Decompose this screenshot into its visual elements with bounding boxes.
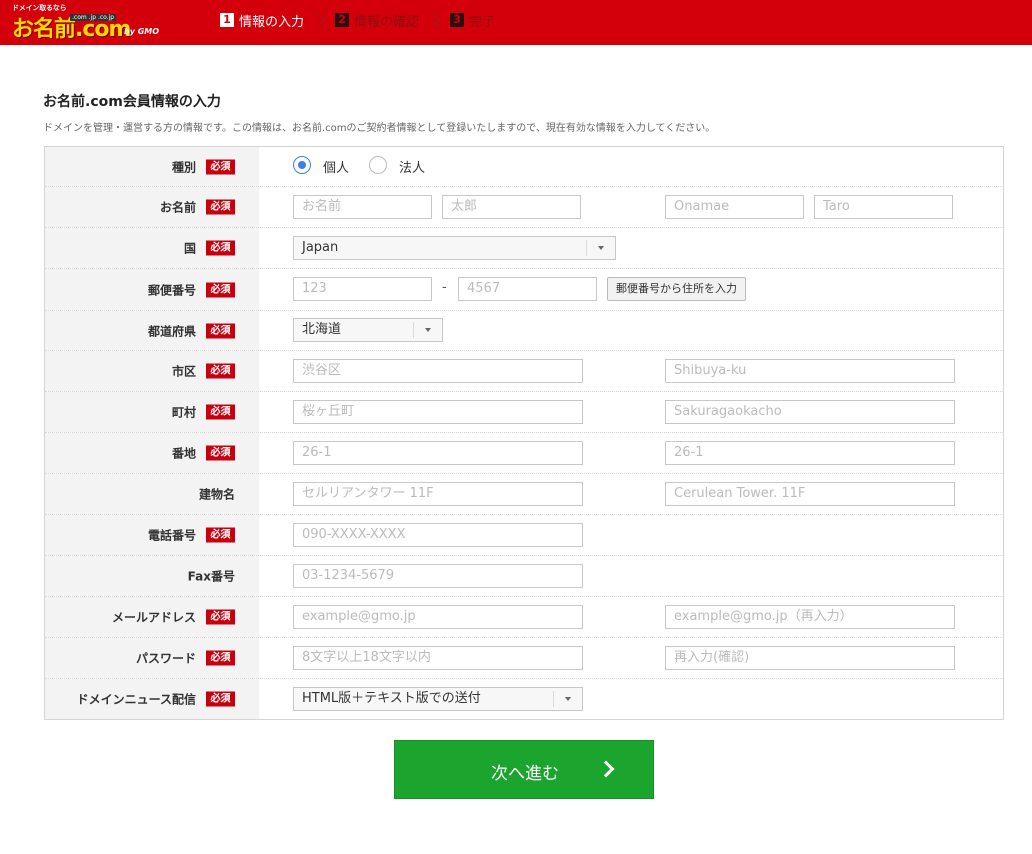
town-roman-input[interactable]: Sakuragaokacho (665, 400, 955, 424)
email-input[interactable]: example@gmo.jp (293, 605, 583, 629)
field-label: 電話番号 (147, 528, 196, 543)
radio-corporation[interactable] (369, 156, 387, 174)
form-row-phone: 電話番号 必須 090-XXXX-XXXX (45, 515, 1003, 556)
step-label: 情報の確認 (354, 14, 420, 30)
caret-down-icon (565, 697, 571, 701)
required-badge: 必須 (206, 323, 235, 338)
form-row-street: 番地 必須 26-1 26-1 (45, 433, 1003, 474)
caret-down-icon (598, 246, 604, 250)
country-select[interactable]: Japan (293, 236, 616, 260)
form-row-postal: 郵便番号 必須 123 - 4567 郵便番号から住所を入力 (45, 269, 1003, 311)
town-input[interactable]: 桜ヶ丘町 (293, 400, 583, 424)
postal-code-second-input[interactable]: 4567 (458, 277, 597, 301)
postal-separator: - (442, 280, 447, 295)
form-row-town: 町村 必須 桜ヶ丘町 Sakuragaokacho (45, 392, 1003, 433)
password-confirm-input[interactable]: 再入力(確認) (665, 646, 955, 670)
form-row-type: 種別 必須 個人 法人 (45, 147, 1003, 187)
field-label: 番地 (171, 446, 196, 461)
form-row-prefecture: 都道府県 必須 北海道 (45, 311, 1003, 351)
member-info-form: 種別 必須 個人 法人 お名前 必須 お名前 太郎 Onamae Taro 国 … (44, 146, 1004, 720)
street-input[interactable]: 26-1 (293, 441, 583, 465)
form-row-country: 国 必須 Japan (45, 228, 1003, 269)
email-confirm-input[interactable]: example@gmo.jp（再入力） (665, 605, 955, 629)
step-confirm: 2 情報の確認 (335, 11, 419, 30)
field-label: 町村 (171, 405, 196, 420)
form-row-newsletter: ドメインニュース配信 必須 HTML版＋テキスト版での送付 (45, 679, 1003, 719)
field-label: 種別 (171, 160, 196, 174)
field-label: 建物名 (198, 487, 235, 502)
step-complete: 3 完了 (450, 11, 495, 30)
form-row-password: パスワード 必須 8文字以上18文字以内 再入力(確認) (45, 638, 1003, 679)
field-label: パスワード (135, 651, 196, 666)
progress-steps: 1 情報の入力 2 情報の確認 3 完了 (220, 10, 495, 30)
newsletter-select-value: HTML版＋テキスト版での送付 (302, 691, 481, 706)
form-row-city: 市区 必須 渋谷区 Shibuya-ku (45, 351, 1003, 392)
form-row-building: 建物名 セルリアンタワー 11F Cerulean Tower. 11F (45, 474, 1003, 515)
radio-individual-label[interactable]: 個人 (323, 157, 349, 176)
chevron-right-icon (427, 13, 440, 27)
last-name-input[interactable]: お名前 (293, 195, 432, 219)
step-number: 2 (335, 13, 350, 27)
required-badge: 必須 (206, 240, 235, 256)
first-name-input[interactable]: 太郎 (442, 195, 581, 219)
building-input[interactable]: セルリアンタワー 11F (293, 482, 583, 506)
prefecture-select-value: 北海道 (302, 322, 342, 337)
required-badge: 必須 (206, 282, 235, 297)
required-badge: 必須 (206, 159, 235, 174)
next-button[interactable]: 次へ進む (394, 740, 654, 799)
field-label: 国 (183, 241, 196, 256)
chevron-right-icon (312, 13, 325, 27)
next-button-label: 次へ進む (491, 764, 559, 784)
required-badge: 必須 (206, 445, 235, 461)
form-row-fax: Fax番号 03-1234-5679 (45, 556, 1003, 597)
radio-corporation-label[interactable]: 法人 (399, 157, 425, 176)
page-description: ドメインを管理・運営する方の情報です。この情報は、お名前.comのご契約者情報と… (43, 123, 716, 134)
newsletter-select[interactable]: HTML版＋テキスト版での送付 (293, 687, 583, 711)
prefecture-select[interactable]: 北海道 (293, 318, 443, 342)
required-badge: 必須 (206, 609, 235, 625)
required-badge: 必須 (206, 691, 235, 707)
field-label: 郵便番号 (147, 283, 196, 297)
site-header: ドメイン取るなら お名前.com .com .jp .co.jp by GMO … (0, 0, 1032, 45)
step-number: 1 (220, 13, 234, 27)
field-label: お名前 (159, 200, 196, 215)
country-select-value: Japan (302, 240, 339, 255)
phone-input[interactable]: 090-XXXX-XXXX (293, 523, 583, 547)
field-label: 都道府県 (147, 324, 196, 338)
form-row-name: お名前 必須 お名前 太郎 Onamae Taro (45, 187, 1003, 228)
city-input[interactable]: 渋谷区 (293, 359, 583, 383)
required-badge: 必須 (206, 650, 235, 666)
logo-tlds: .com .jp .co.jp (70, 14, 117, 21)
field-label: メールアドレス (111, 610, 196, 625)
step-number: 3 (450, 13, 465, 27)
field-label: 市区 (171, 364, 196, 379)
step-input: 1 情報の入力 (220, 11, 304, 30)
required-badge: 必須 (206, 527, 235, 543)
step-label: 情報の入力 (239, 14, 305, 30)
onamae-logo[interactable]: ドメイン取るなら お名前.com .com .jp .co.jp by GMO (12, 3, 162, 42)
fax-input[interactable]: 03-1234-5679 (293, 564, 583, 588)
form-row-email: メールアドレス 必須 example@gmo.jp example@gmo.jp… (45, 597, 1003, 638)
postal-code-first-input[interactable]: 123 (293, 277, 432, 301)
required-badge: 必須 (206, 404, 235, 420)
required-badge: 必須 (206, 363, 235, 379)
password-input[interactable]: 8文字以上18文字以内 (293, 646, 583, 670)
first-name-roman-input[interactable]: Taro (814, 195, 953, 219)
building-roman-input[interactable]: Cerulean Tower. 11F (665, 482, 955, 506)
field-label: ドメインニュース配信 (76, 692, 196, 707)
page-title: お名前.com会員情報の入力 (43, 94, 221, 110)
street-roman-input[interactable]: 26-1 (665, 441, 955, 465)
logo-gmo: by GMO (124, 27, 160, 36)
field-label: Fax番号 (187, 569, 235, 584)
required-badge: 必須 (206, 199, 235, 215)
step-label: 完了 (469, 14, 496, 30)
last-name-roman-input[interactable]: Onamae (665, 195, 804, 219)
radio-individual[interactable] (293, 156, 311, 174)
city-roman-input[interactable]: Shibuya-ku (665, 359, 955, 383)
caret-down-icon (425, 328, 431, 332)
address-from-postal-button[interactable]: 郵便番号から住所を入力 (607, 277, 746, 301)
